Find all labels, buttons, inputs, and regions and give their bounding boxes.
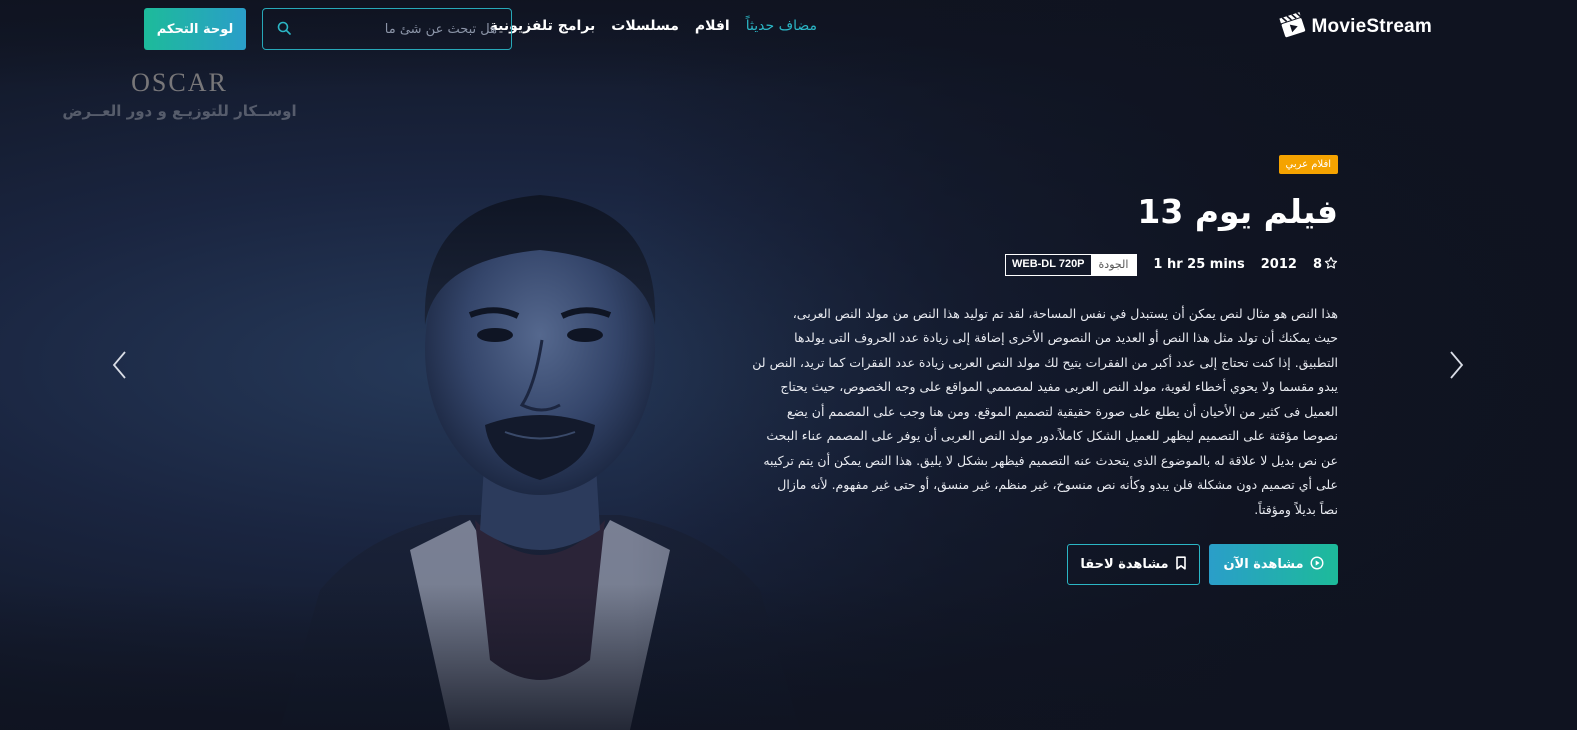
rating-value: 8	[1312, 257, 1322, 273]
search-icon[interactable]	[277, 20, 291, 39]
play-circle-icon	[1310, 556, 1324, 574]
description-line: عن نص بديل لا علاقة له بالموضوع الذى يتح…	[763, 452, 1338, 468]
clapperboard-icon	[1278, 12, 1306, 42]
description-line: العميل فى كثير من الأحيان أن يطلع على صو…	[786, 403, 1338, 419]
quality-value: WEB-DL 720P	[1011, 257, 1085, 270]
slider-prev-button[interactable]	[104, 350, 134, 384]
movie-title: فيلم يوم 13	[1137, 192, 1338, 231]
main-nav: مضاف حديثاً افلام مسلسلات برامج تلفزيوني…	[490, 18, 817, 34]
nav-item-series[interactable]: مسلسلات	[611, 18, 679, 34]
nav-item-recently-added[interactable]: مضاف حديثاً	[746, 18, 817, 34]
description-line: يبدو مقسما ولا يحوي أخطاء لغوية، مولد ال…	[780, 379, 1338, 395]
bookmark-icon	[1175, 555, 1187, 574]
hero-slider: OSCAR اوســكار للتوزيـع و دور العــرض Mo…	[0, 0, 1577, 730]
slider-next-button[interactable]	[1442, 350, 1472, 384]
brand-logo[interactable]: MovieStream	[1278, 12, 1432, 42]
watermark-caption: اوســكار للتوزيـع و دور العــرض	[62, 102, 297, 120]
chevron-right-icon	[1449, 350, 1465, 384]
category-badge[interactable]: افلام عربي	[1278, 155, 1338, 174]
distributor-watermark: OSCAR اوســكار للتوزيـع و دور العــرض	[62, 68, 297, 120]
movie-actions: مشاهدة الآن مشاهدة لاحقا	[718, 544, 1338, 586]
description-line: هذا النص هو مثال لنص يمكن أن يستبدل في ن…	[792, 305, 1338, 321]
watch-now-label: مشاهدة الآن	[1223, 557, 1304, 573]
watermark-logo: OSCAR	[131, 68, 228, 97]
movie-meta: 8 2012 1 hr 25 mins الجودة WEB-DL 720P	[718, 253, 1338, 276]
search-input[interactable]	[301, 21, 497, 37]
watch-now-button[interactable]: مشاهدة الآن	[1209, 544, 1338, 586]
movie-rating: 8	[1313, 256, 1338, 274]
dashboard-button[interactable]: لوحة التحكم	[144, 8, 246, 50]
description-line: على أي تصميم دون مشكلة فلن يبدو وكأنه نص…	[777, 477, 1338, 493]
watch-later-button[interactable]: مشاهدة لاحقا	[1067, 544, 1200, 586]
description-line: التطبيق. إذا كنت تحتاج إلى عدد أكبر من ا…	[752, 354, 1338, 370]
quality-label: الجودة	[1090, 254, 1137, 275]
description-line: نصوصا مؤقتة على التصميم ليظهر للعميل الش…	[766, 428, 1338, 444]
star-icon	[1324, 256, 1338, 274]
search-box	[262, 8, 512, 50]
movie-details: افلام عربي فيلم يوم 13 8 2012 1 hr 25 mi…	[718, 152, 1338, 586]
movie-year: 2012	[1260, 257, 1297, 273]
description-line: حيث يمكنك أن تولد مثل هذا النص أو العديد…	[794, 330, 1338, 346]
movie-description: هذا النص هو مثال لنص يمكن أن يستبدل في ن…	[718, 302, 1338, 523]
description-line: نصاً بديلاً ومؤقتاً.	[1254, 501, 1338, 517]
nav-item-movies[interactable]: افلام	[695, 18, 730, 34]
top-navbar: MovieStream مضاف حديثاً افلام مسلسلات بر…	[0, 0, 1577, 58]
watch-later-label: مشاهدة لاحقا	[1080, 557, 1169, 573]
movie-duration: 1 hr 25 mins	[1153, 257, 1245, 273]
quality-badge: الجودة WEB-DL 720P	[1004, 253, 1138, 276]
chevron-left-icon	[111, 350, 127, 384]
brand-name: MovieStream	[1311, 16, 1432, 37]
